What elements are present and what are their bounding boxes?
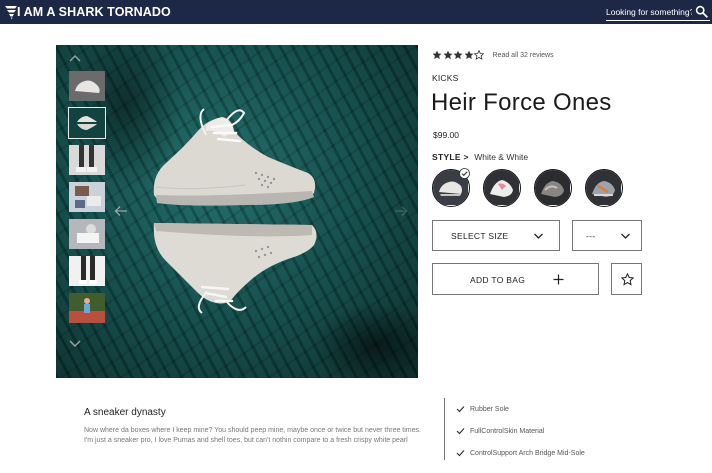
feature-label: Rubber Sole	[470, 405, 509, 413]
thumbnail-4[interactable]	[69, 182, 105, 212]
thumbnail-1[interactable]	[69, 71, 105, 101]
arrow-right-icon[interactable]	[394, 205, 408, 217]
check-icon	[456, 406, 465, 413]
tornado-logo-icon[interactable]	[4, 4, 18, 20]
add-to-bag-button[interactable]: ADD TO BAG	[432, 263, 599, 295]
size-select-label: SELECT SIZE	[451, 231, 509, 241]
thumbnail-strip	[68, 51, 106, 351]
product-price: $99.00	[433, 130, 459, 140]
size-select[interactable]: SELECT SIZE	[432, 220, 560, 251]
feature-label: ControlSupport Arch Bridge Mid-Sole	[470, 449, 585, 457]
thumbnail-2[interactable]	[68, 107, 106, 139]
sneaker-top	[153, 108, 316, 206]
quantity-select-label: ---	[586, 231, 596, 241]
thumbnail-3[interactable]	[69, 145, 105, 175]
thumbnail-7[interactable]	[69, 293, 105, 323]
product-image-gallery	[56, 45, 418, 378]
product-title: Heir Force Ones	[431, 89, 612, 116]
top-navigation-bar: I AM A SHARK TORNADO	[0, 0, 712, 24]
style-selector-label: STYLE > White & White	[432, 152, 528, 162]
feature-item: ControlSupport Arch Bridge Mid-Sole	[456, 447, 585, 459]
star-empty-icon	[474, 50, 484, 60]
product-main-image	[153, 108, 317, 314]
feature-label: FullControlSkin Material	[470, 427, 545, 435]
chevron-down-icon[interactable]	[68, 339, 82, 349]
sneaker-reflection	[153, 223, 317, 314]
star-filled-icon	[443, 50, 452, 60]
vertical-divider	[444, 398, 445, 460]
check-icon	[456, 450, 465, 457]
description-body: Now where da boxes where I keep mine? Yo…	[84, 427, 421, 444]
check-icon	[456, 428, 465, 435]
description-title: A sneaker dynasty	[84, 407, 166, 418]
star-filled-icon	[432, 50, 442, 60]
read-reviews-link[interactable]: Read all 32 reviews	[493, 52, 554, 59]
style-value: White & White	[474, 152, 529, 162]
wishlist-button[interactable]	[611, 263, 642, 295]
search-input[interactable]	[606, 5, 692, 19]
brand-name[interactable]: I AM A SHARK TORNADO	[17, 5, 171, 19]
product-category[interactable]: KICKS	[432, 73, 459, 83]
swatch-white-pink[interactable]	[483, 169, 521, 207]
thumbnail-6[interactable]	[69, 256, 105, 286]
star-filled-icon	[453, 50, 463, 60]
quantity-select[interactable]: ---	[572, 220, 642, 251]
selected-check-icon	[459, 168, 470, 179]
add-to-bag-label: ADD TO BAG	[470, 275, 526, 285]
search-box	[606, 3, 710, 21]
chevron-down-icon	[621, 233, 630, 239]
plus-icon	[553, 274, 564, 285]
feature-item: Rubber Sole	[456, 403, 509, 415]
arrow-left-icon[interactable]	[114, 205, 128, 217]
product-rating: Read all 32 reviews	[432, 49, 554, 61]
feature-item: FullControlSkin Material	[456, 425, 544, 437]
swatch-grey-brown[interactable]	[534, 169, 572, 207]
search-icon[interactable]	[695, 5, 708, 18]
style-label: STYLE >	[432, 152, 469, 162]
star-filled-icon	[464, 50, 473, 60]
swatch-grey-orange[interactable]	[585, 169, 623, 207]
chevron-down-icon	[534, 233, 543, 239]
star-icon	[621, 273, 634, 286]
thumbnail-5[interactable]	[69, 219, 105, 249]
